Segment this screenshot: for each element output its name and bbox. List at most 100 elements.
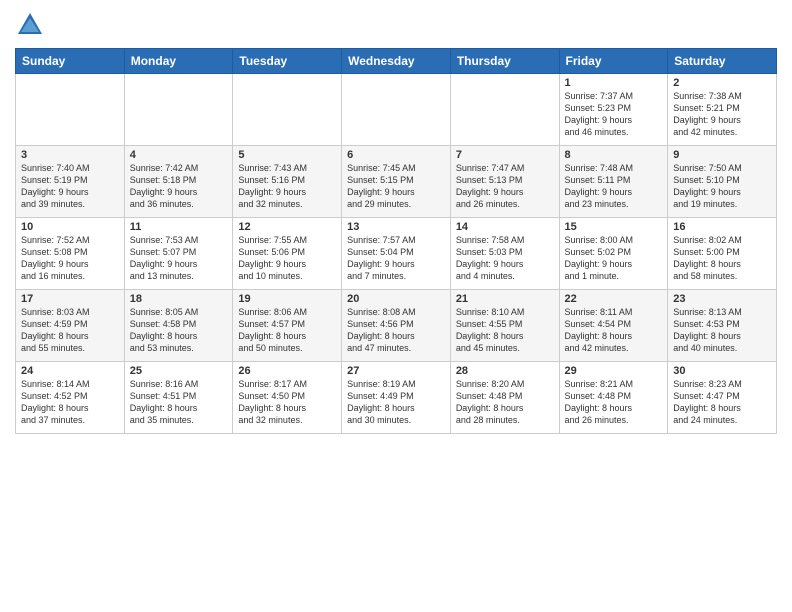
logo <box>15 10 49 40</box>
day-info: Sunrise: 8:23 AM Sunset: 4:47 PM Dayligh… <box>673 378 771 427</box>
day-number: 12 <box>238 221 336 233</box>
calendar-week-1: 1Sunrise: 7:37 AM Sunset: 5:23 PM Daylig… <box>16 74 777 146</box>
calendar-cell: 22Sunrise: 8:11 AM Sunset: 4:54 PM Dayli… <box>559 290 668 362</box>
day-number: 28 <box>456 365 554 377</box>
day-number: 23 <box>673 293 771 305</box>
calendar-cell: 29Sunrise: 8:21 AM Sunset: 4:48 PM Dayli… <box>559 362 668 434</box>
day-number: 30 <box>673 365 771 377</box>
day-info: Sunrise: 7:45 AM Sunset: 5:15 PM Dayligh… <box>347 162 445 211</box>
day-header-friday: Friday <box>559 49 668 74</box>
calendar-cell <box>124 74 233 146</box>
calendar-cell <box>233 74 342 146</box>
calendar-cell: 28Sunrise: 8:20 AM Sunset: 4:48 PM Dayli… <box>450 362 559 434</box>
day-number: 24 <box>21 365 119 377</box>
calendar-cell: 19Sunrise: 8:06 AM Sunset: 4:57 PM Dayli… <box>233 290 342 362</box>
day-number: 25 <box>130 365 228 377</box>
calendar-cell: 4Sunrise: 7:42 AM Sunset: 5:18 PM Daylig… <box>124 146 233 218</box>
calendar-header-row: SundayMondayTuesdayWednesdayThursdayFrid… <box>16 49 777 74</box>
calendar-cell: 17Sunrise: 8:03 AM Sunset: 4:59 PM Dayli… <box>16 290 125 362</box>
header <box>15 10 777 40</box>
day-info: Sunrise: 7:37 AM Sunset: 5:23 PM Dayligh… <box>565 90 663 139</box>
day-info: Sunrise: 7:48 AM Sunset: 5:11 PM Dayligh… <box>565 162 663 211</box>
day-info: Sunrise: 8:14 AM Sunset: 4:52 PM Dayligh… <box>21 378 119 427</box>
calendar-cell: 14Sunrise: 7:58 AM Sunset: 5:03 PM Dayli… <box>450 218 559 290</box>
day-info: Sunrise: 7:50 AM Sunset: 5:10 PM Dayligh… <box>673 162 771 211</box>
calendar-cell: 8Sunrise: 7:48 AM Sunset: 5:11 PM Daylig… <box>559 146 668 218</box>
day-number: 7 <box>456 149 554 161</box>
calendar-cell: 27Sunrise: 8:19 AM Sunset: 4:49 PM Dayli… <box>342 362 451 434</box>
calendar-cell: 9Sunrise: 7:50 AM Sunset: 5:10 PM Daylig… <box>668 146 777 218</box>
day-info: Sunrise: 7:52 AM Sunset: 5:08 PM Dayligh… <box>21 234 119 283</box>
day-info: Sunrise: 7:43 AM Sunset: 5:16 PM Dayligh… <box>238 162 336 211</box>
calendar-cell: 2Sunrise: 7:38 AM Sunset: 5:21 PM Daylig… <box>668 74 777 146</box>
day-info: Sunrise: 8:00 AM Sunset: 5:02 PM Dayligh… <box>565 234 663 283</box>
day-info: Sunrise: 8:08 AM Sunset: 4:56 PM Dayligh… <box>347 306 445 355</box>
calendar-cell: 13Sunrise: 7:57 AM Sunset: 5:04 PM Dayli… <box>342 218 451 290</box>
calendar-cell <box>342 74 451 146</box>
calendar-cell: 16Sunrise: 8:02 AM Sunset: 5:00 PM Dayli… <box>668 218 777 290</box>
day-info: Sunrise: 8:06 AM Sunset: 4:57 PM Dayligh… <box>238 306 336 355</box>
day-number: 1 <box>565 77 663 89</box>
day-number: 15 <box>565 221 663 233</box>
day-info: Sunrise: 7:42 AM Sunset: 5:18 PM Dayligh… <box>130 162 228 211</box>
calendar-week-4: 17Sunrise: 8:03 AM Sunset: 4:59 PM Dayli… <box>16 290 777 362</box>
day-number: 21 <box>456 293 554 305</box>
day-info: Sunrise: 7:53 AM Sunset: 5:07 PM Dayligh… <box>130 234 228 283</box>
calendar-table: SundayMondayTuesdayWednesdayThursdayFrid… <box>15 48 777 434</box>
day-info: Sunrise: 8:16 AM Sunset: 4:51 PM Dayligh… <box>130 378 228 427</box>
day-number: 27 <box>347 365 445 377</box>
day-info: Sunrise: 7:58 AM Sunset: 5:03 PM Dayligh… <box>456 234 554 283</box>
day-info: Sunrise: 7:38 AM Sunset: 5:21 PM Dayligh… <box>673 90 771 139</box>
day-number: 19 <box>238 293 336 305</box>
day-info: Sunrise: 8:02 AM Sunset: 5:00 PM Dayligh… <box>673 234 771 283</box>
day-header-monday: Monday <box>124 49 233 74</box>
day-info: Sunrise: 8:03 AM Sunset: 4:59 PM Dayligh… <box>21 306 119 355</box>
calendar-cell: 7Sunrise: 7:47 AM Sunset: 5:13 PM Daylig… <box>450 146 559 218</box>
calendar-cell: 18Sunrise: 8:05 AM Sunset: 4:58 PM Dayli… <box>124 290 233 362</box>
day-number: 8 <box>565 149 663 161</box>
day-info: Sunrise: 7:47 AM Sunset: 5:13 PM Dayligh… <box>456 162 554 211</box>
day-info: Sunrise: 8:13 AM Sunset: 4:53 PM Dayligh… <box>673 306 771 355</box>
day-number: 3 <box>21 149 119 161</box>
day-number: 17 <box>21 293 119 305</box>
day-number: 2 <box>673 77 771 89</box>
day-header-saturday: Saturday <box>668 49 777 74</box>
day-info: Sunrise: 7:55 AM Sunset: 5:06 PM Dayligh… <box>238 234 336 283</box>
day-number: 4 <box>130 149 228 161</box>
day-number: 18 <box>130 293 228 305</box>
calendar-cell: 5Sunrise: 7:43 AM Sunset: 5:16 PM Daylig… <box>233 146 342 218</box>
calendar-cell: 25Sunrise: 8:16 AM Sunset: 4:51 PM Dayli… <box>124 362 233 434</box>
calendar-cell: 15Sunrise: 8:00 AM Sunset: 5:02 PM Dayli… <box>559 218 668 290</box>
day-number: 10 <box>21 221 119 233</box>
day-number: 14 <box>456 221 554 233</box>
page: SundayMondayTuesdayWednesdayThursdayFrid… <box>0 0 792 612</box>
day-number: 11 <box>130 221 228 233</box>
day-info: Sunrise: 8:10 AM Sunset: 4:55 PM Dayligh… <box>456 306 554 355</box>
calendar-cell: 11Sunrise: 7:53 AM Sunset: 5:07 PM Dayli… <box>124 218 233 290</box>
calendar-cell: 3Sunrise: 7:40 AM Sunset: 5:19 PM Daylig… <box>16 146 125 218</box>
calendar-cell: 30Sunrise: 8:23 AM Sunset: 4:47 PM Dayli… <box>668 362 777 434</box>
calendar-cell: 10Sunrise: 7:52 AM Sunset: 5:08 PM Dayli… <box>16 218 125 290</box>
day-number: 6 <box>347 149 445 161</box>
calendar-cell <box>16 74 125 146</box>
calendar-week-5: 24Sunrise: 8:14 AM Sunset: 4:52 PM Dayli… <box>16 362 777 434</box>
calendar-cell: 24Sunrise: 8:14 AM Sunset: 4:52 PM Dayli… <box>16 362 125 434</box>
day-info: Sunrise: 8:19 AM Sunset: 4:49 PM Dayligh… <box>347 378 445 427</box>
day-number: 22 <box>565 293 663 305</box>
day-number: 9 <box>673 149 771 161</box>
day-info: Sunrise: 8:05 AM Sunset: 4:58 PM Dayligh… <box>130 306 228 355</box>
calendar-week-2: 3Sunrise: 7:40 AM Sunset: 5:19 PM Daylig… <box>16 146 777 218</box>
logo-icon <box>15 10 45 40</box>
calendar-cell: 20Sunrise: 8:08 AM Sunset: 4:56 PM Dayli… <box>342 290 451 362</box>
day-header-sunday: Sunday <box>16 49 125 74</box>
day-number: 16 <box>673 221 771 233</box>
day-info: Sunrise: 7:57 AM Sunset: 5:04 PM Dayligh… <box>347 234 445 283</box>
day-header-tuesday: Tuesday <box>233 49 342 74</box>
calendar-cell: 21Sunrise: 8:10 AM Sunset: 4:55 PM Dayli… <box>450 290 559 362</box>
day-info: Sunrise: 8:11 AM Sunset: 4:54 PM Dayligh… <box>565 306 663 355</box>
day-number: 13 <box>347 221 445 233</box>
calendar-cell: 1Sunrise: 7:37 AM Sunset: 5:23 PM Daylig… <box>559 74 668 146</box>
calendar-week-3: 10Sunrise: 7:52 AM Sunset: 5:08 PM Dayli… <box>16 218 777 290</box>
day-number: 26 <box>238 365 336 377</box>
day-info: Sunrise: 8:21 AM Sunset: 4:48 PM Dayligh… <box>565 378 663 427</box>
